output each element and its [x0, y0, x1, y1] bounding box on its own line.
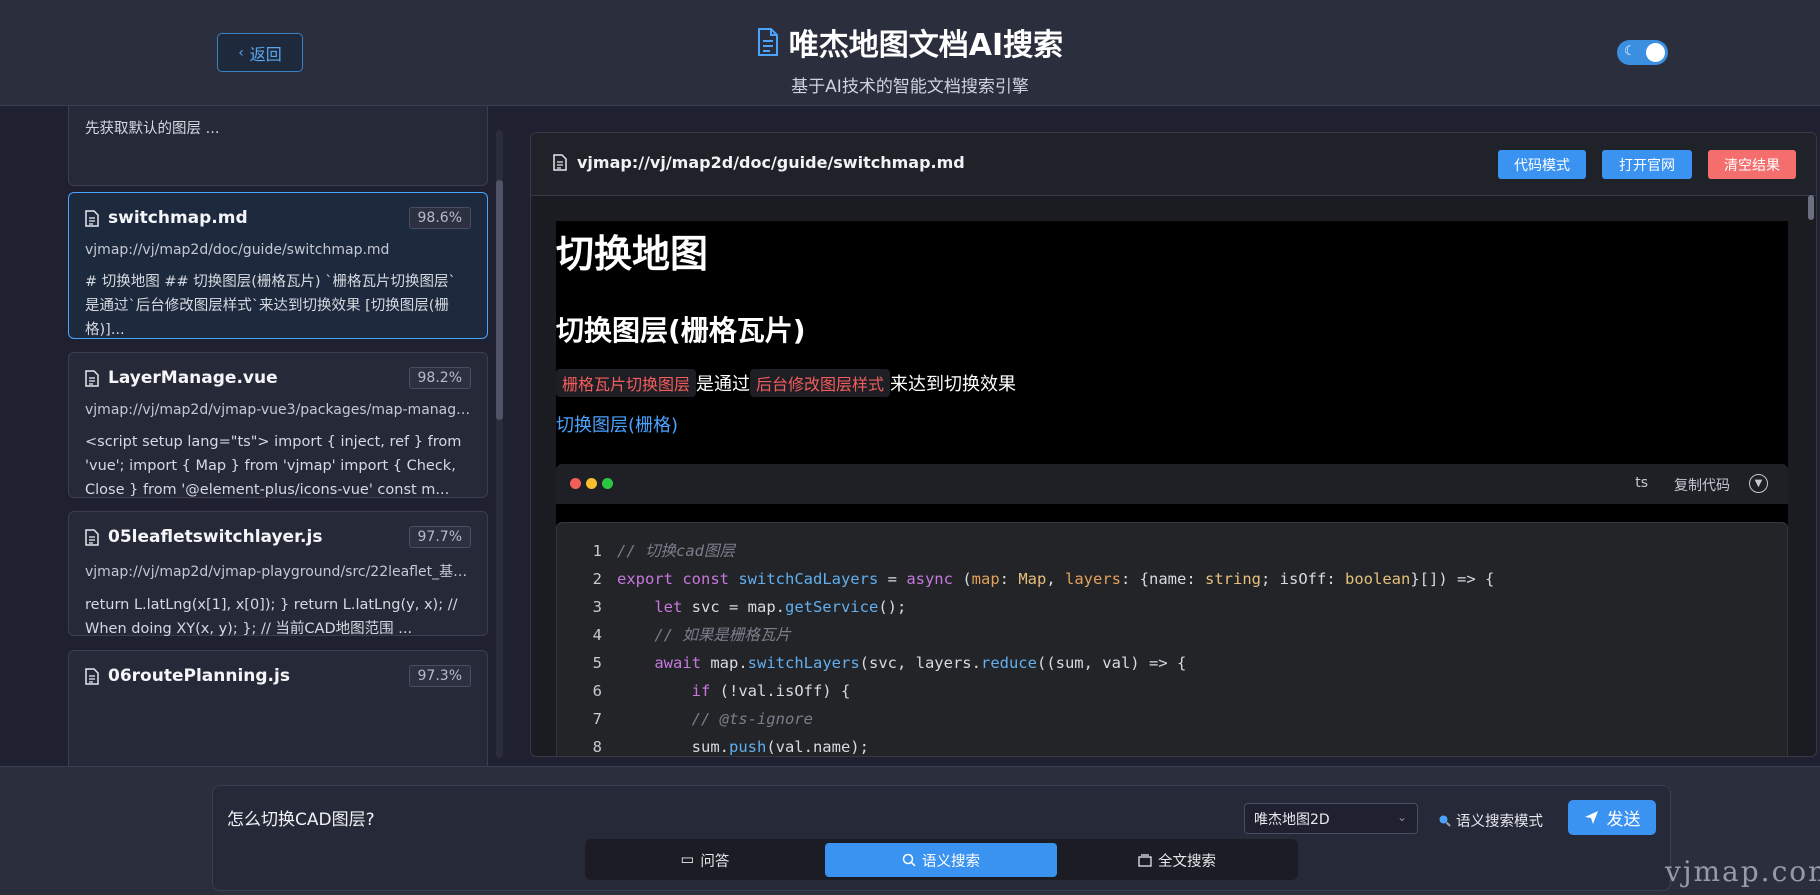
tab-semantic-search[interactable]: 语义搜索 — [825, 843, 1057, 877]
files-icon — [1138, 853, 1152, 867]
result-snippet: return L.latLng(x[1], x[0]); } return L.… — [85, 597, 458, 637]
result-card[interactable]: switchmap.md 98.6% vjmap://vj/map2d/doc/… — [68, 192, 488, 339]
moon-icon: ☾ — [1624, 44, 1636, 59]
code-line: 5 await map.switchLayers(svc, layers.red… — [592, 654, 1187, 672]
code-language: ts — [1635, 475, 1648, 491]
result-path: vjmap://vj/map2d/vjmap-vue3/packages/map… — [85, 402, 471, 418]
file-icon — [85, 369, 99, 387]
doc-text: 来达到切换效果 — [890, 374, 1017, 395]
code-block: 1// 切换cad图层 2 export const switchCadLayer… — [556, 522, 1788, 756]
panel-path-text: vjmap://vj/map2d/doc/guide/switchmap.md — [577, 153, 965, 172]
result-card-partial[interactable]: ... ... .. .. ... ... ... ... .. ... 先获取… — [68, 106, 488, 186]
doc-link[interactable]: 切换图层(栅格) — [556, 411, 678, 437]
search-mode-indicator: 语义搜索模式 — [1438, 810, 1543, 831]
code-line: 4 // 如果是栅格瓦片 — [592, 626, 791, 644]
tab-fulltext-search[interactable]: 全文搜索 — [1061, 843, 1293, 877]
file-icon — [85, 528, 99, 546]
result-name: LayerManage.vue — [108, 368, 278, 388]
result-name: switchmap.md — [108, 208, 248, 228]
search-mode-label: 语义搜索模式 — [1456, 814, 1543, 830]
result-snippet-line: 先获取默认的图层 ... — [85, 121, 220, 137]
doc-heading-1: 切换地图 — [556, 232, 709, 276]
file-icon — [553, 154, 567, 171]
result-path: vjmap://vj/map2d/doc/guide/switchmap.md — [85, 242, 390, 258]
send-icon — [1584, 811, 1598, 824]
code-block-toolbar: ts 复制代码 ▼ — [556, 464, 1788, 504]
doc-text: 是通过 — [696, 374, 751, 395]
score-badge: 97.7% — [408, 526, 471, 548]
doc-paragraph: 栅格瓦片切换图层 是通过 后台修改图层样式 来达到切换效果 — [556, 369, 1016, 397]
send-button-label: 发送 — [1606, 810, 1641, 830]
score-badge: 98.2% — [408, 367, 471, 389]
open-site-button[interactable]: 打开官网 — [1602, 150, 1692, 179]
code-line: 3 let svc = map.getService(); — [592, 598, 907, 616]
app-title-text: 唯杰地图文档AI搜索 — [788, 28, 1064, 63]
result-card[interactable]: 06routePlanning.js 97.3% — [68, 650, 488, 766]
results-scrollbar[interactable] — [496, 130, 503, 758]
copy-code-button[interactable]: 复制代码 — [1674, 475, 1730, 495]
magnifier-icon — [1439, 815, 1451, 827]
scrollbar-thumb[interactable] — [496, 180, 503, 420]
window-dot-green — [602, 478, 613, 489]
tab-qa[interactable]: ▭ 问答 — [589, 843, 821, 877]
inline-code: 栅格瓦片切换图层 — [556, 369, 697, 397]
tab-label: 问答 — [700, 853, 730, 870]
document-content: 切换地图 切换图层(栅格瓦片) 栅格瓦片切换图层 是通过 后台修改图层样式 来达… — [556, 221, 1788, 756]
result-snippet-line: ... ... .. .. ... ... ... ... .. ... — [85, 106, 287, 108]
code-line: 8 sum.push(val.name); — [592, 738, 869, 756]
app-subtitle: 基于AI技术的智能文档搜索引擎 — [791, 77, 1029, 97]
document-panel: vjmap://vj/map2d/doc/guide/switchmap.md … — [530, 132, 1817, 757]
chevron-down-icon[interactable]: ▼ — [1749, 474, 1768, 493]
code-line: 7 // @ts-ignore — [592, 710, 813, 728]
clear-results-button[interactable]: 清空结果 — [1708, 150, 1796, 179]
file-icon — [85, 667, 99, 685]
chat-icon: ▭ — [680, 852, 695, 868]
app-title: 唯杰地图文档AI搜索 — [757, 20, 1063, 64]
result-name: 05leafletswitchlayer.js — [108, 527, 323, 547]
inline-code: 后台修改图层样式 — [750, 369, 891, 397]
code-line: 6 if (!val.isOff) { — [592, 682, 851, 700]
title-block: 唯杰地图文档AI搜索 基于AI技术的智能文档搜索引擎 — [0, 20, 1820, 97]
library-select[interactable]: 唯杰地图2D ⌄ — [1244, 803, 1418, 834]
file-icon — [85, 209, 99, 227]
query-input[interactable] — [227, 802, 1047, 832]
tab-label: 语义搜索 — [922, 853, 980, 870]
theme-toggle[interactable]: ☾ — [1617, 40, 1668, 65]
result-name: 06routePlanning.js — [108, 666, 290, 686]
result-snippet: # 切换地图 ## 切换图层(栅格瓦片) `栅格瓦片切换图层` 是通过`后台修改… — [85, 274, 456, 338]
result-snippet: <script setup lang="ts"> import { inject… — [85, 434, 462, 498]
search-mode-tabs: ▭ 问答 语义搜索 全文搜索 — [585, 839, 1298, 880]
score-badge: 98.6% — [408, 207, 471, 229]
panel-header: vjmap://vj/map2d/doc/guide/switchmap.md … — [531, 133, 1816, 196]
scrollbar-thumb[interactable] — [1808, 195, 1814, 220]
top-header: ‹ 返回 唯杰地图文档AI搜索 基于AI技术的智能文档搜索引擎 ☾ — [0, 0, 1820, 106]
code-line: 2 export const switchCadLayers = async (m… — [592, 570, 1495, 588]
code-mode-button[interactable]: 代码模式 — [1498, 150, 1586, 179]
toggle-knob — [1646, 43, 1665, 62]
code-line: 1// 切换cad图层 — [592, 542, 735, 560]
window-dot-yellow — [586, 478, 597, 489]
score-badge: 97.3% — [408, 665, 471, 687]
result-path: vjmap://vj/map2d/vjmap-playground/src/22… — [85, 564, 471, 580]
doc-heading-2: 切换图层(栅格瓦片) — [556, 314, 806, 347]
document-icon — [757, 28, 778, 56]
library-select-value: 唯杰地图2D — [1254, 811, 1330, 828]
results-list: ... ... .. .. ... ... ... ... .. ... 先获取… — [68, 106, 488, 766]
send-button[interactable]: 发送 — [1568, 800, 1656, 835]
result-card[interactable]: LayerManage.vue 98.2% vjmap://vj/map2d/v… — [68, 352, 488, 498]
result-card[interactable]: 05leafletswitchlayer.js 97.7% vjmap://vj… — [68, 511, 488, 637]
tab-label: 全文搜索 — [1158, 853, 1216, 870]
search-icon — [902, 853, 916, 867]
watermark: vjmap.com — [1665, 855, 1820, 888]
chevron-down-icon: ⌄ — [1396, 810, 1407, 824]
panel-scrollbar[interactable] — [1808, 195, 1814, 755]
window-dot-red — [570, 478, 581, 489]
